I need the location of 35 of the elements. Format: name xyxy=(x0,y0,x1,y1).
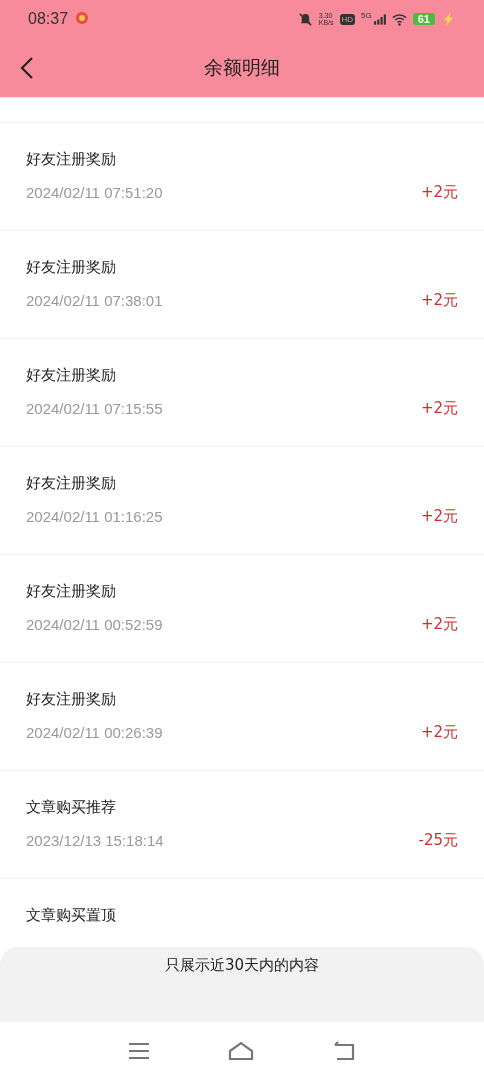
record-time: 2024/02/11 07:38:01 xyxy=(26,292,163,309)
record-amount: -25元 xyxy=(418,831,458,850)
record-title: 好友注册奖励 xyxy=(26,366,117,385)
muted-bell-icon xyxy=(297,11,313,27)
record-time: 2024/02/11 01:16:25 xyxy=(26,508,163,525)
record-time: 2024/02/11 07:51:20 xyxy=(26,184,163,201)
wifi-icon xyxy=(391,11,407,27)
record-title: 好友注册奖励 xyxy=(26,150,117,169)
menu-icon[interactable] xyxy=(129,1042,150,1060)
record-time: 2024/02/11 00:26:39 xyxy=(26,724,163,741)
record-time: 2023/12/13 15:18:14 xyxy=(26,832,164,849)
record-amount: +2元 xyxy=(420,399,458,418)
record-title: 好友注册奖励 xyxy=(26,582,117,601)
toast: 只展示近30天内的内容 xyxy=(0,947,484,984)
record-title: 文章购买置顶 xyxy=(26,906,117,925)
back-icon[interactable] xyxy=(332,1041,355,1061)
network-type: 5G xyxy=(361,11,372,20)
record-amount: +2元 xyxy=(420,183,458,202)
app-notification-icon xyxy=(74,11,91,27)
record-time: 2024/02/11 07:15:55 xyxy=(26,400,163,417)
record-amount: +2元 xyxy=(420,615,458,634)
record-title: 好友注册奖励 xyxy=(26,690,117,709)
clock: 08:37 xyxy=(28,10,69,28)
record-title: 好友注册奖励 xyxy=(26,258,117,277)
record-time: 2024/02/11 00:52:59 xyxy=(26,616,163,633)
record-title: 文章购买推荐 xyxy=(26,798,117,817)
battery-level: 61 xyxy=(412,13,435,25)
record-amount: +2元 xyxy=(420,291,458,310)
signal-icon xyxy=(373,13,386,25)
record-amount: +2元 xyxy=(420,507,458,526)
record-amount: +2元 xyxy=(420,723,458,742)
home-icon[interactable] xyxy=(228,1041,254,1061)
record-title: 好友注册奖励 xyxy=(26,474,117,493)
hd-badge: HD xyxy=(339,13,356,25)
page-title: 余额明细 xyxy=(204,54,280,80)
